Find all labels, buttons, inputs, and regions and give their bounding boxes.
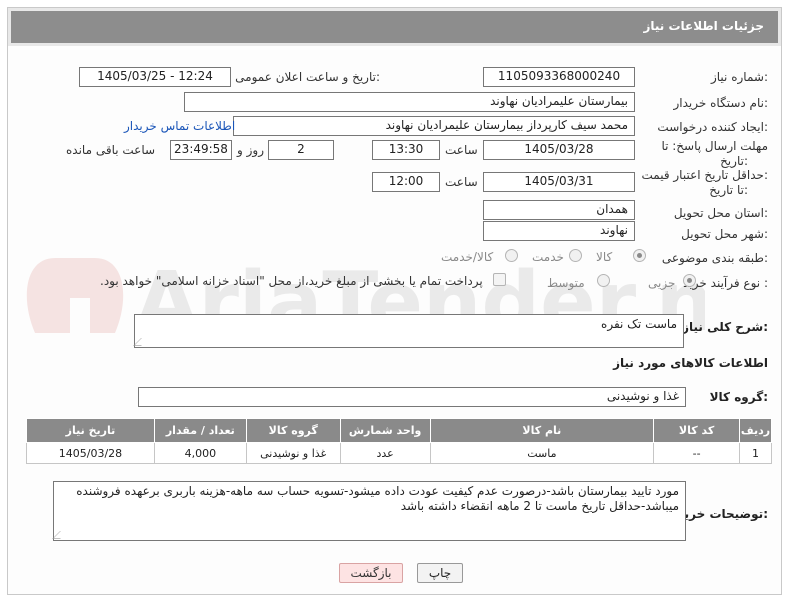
- cell-group: غذا و نوشیدنی: [245, 442, 341, 464]
- description-text: ماست تک نفره: [601, 317, 677, 331]
- process-option-medium: متوسط: [547, 276, 585, 290]
- table-row: 1 -- ماست عدد غذا و نوشیدنی 4,000 1405/0…: [26, 442, 772, 464]
- remaining-time-label: ساعت باقی مانده: [66, 143, 156, 157]
- price-validity-label-1: حداقل تاریخ اعتبار قیمت:: [641, 168, 768, 182]
- need-number-label: شماره نیاز:: [710, 70, 768, 84]
- title-bar: جزئیات اطلاعات نیاز: [8, 8, 781, 46]
- deadline-time-field: 13:30: [372, 140, 440, 160]
- category-option-goods-service: کالا/خدمت: [441, 250, 494, 264]
- treasury-payment-note: پرداخت تمام یا بخشی از مبلغ خرید،از محل …: [100, 274, 483, 288]
- resize-grip-icon[interactable]: [52, 531, 68, 539]
- category-option-service: خدمت: [532, 250, 564, 264]
- process-option-minor: جزیی: [648, 276, 676, 290]
- cell-need-date: 1405/03/28: [26, 442, 155, 464]
- buyer-notes-text: مورد تایید بیمارستان باشد-درصورت عدم کیف…: [76, 484, 679, 513]
- category-label: طبقه بندی موضوعی:: [661, 251, 768, 265]
- days-field: 2: [268, 140, 334, 160]
- deadline-date-field: 1405/03/28: [483, 140, 635, 160]
- buyer-org-field: بیمارستان علیمرادیان نهاوند: [184, 92, 635, 112]
- goods-table: ردیف کد کالا نام کالا واحد شمارش گروه کا…: [26, 418, 772, 464]
- deadline-label-1: مهلت ارسال پاسخ: تا: [661, 139, 768, 153]
- print-button[interactable]: چاپ: [417, 563, 463, 583]
- cell-quantity: 4,000: [153, 442, 247, 464]
- process-radio-minor[interactable]: [683, 274, 696, 287]
- deadline-time-label: ساعت: [445, 143, 478, 157]
- price-validity-label-2: تا تاریخ:: [709, 183, 748, 197]
- days-label: روز و: [237, 143, 264, 157]
- col-header-group: گروه کالا: [245, 418, 341, 443]
- page-title: جزئیات اطلاعات نیاز: [643, 19, 764, 33]
- category-radio-service[interactable]: [569, 249, 582, 262]
- description-field[interactable]: ماست تک نفره: [133, 314, 684, 348]
- province-label: استان محل تحویل:: [673, 206, 768, 220]
- treasury-payment-checkbox[interactable]: [493, 273, 506, 286]
- cell-name: ماست: [429, 442, 655, 464]
- goods-section-title: اطلاعات کالاهای مورد نیاز: [613, 356, 768, 370]
- creator-label: ایجاد کننده درخواست:: [657, 120, 768, 134]
- col-header-name: نام کالا: [429, 418, 655, 443]
- process-radio-medium[interactable]: [597, 274, 610, 287]
- goods-group-field: غذا و نوشیدنی: [138, 387, 686, 407]
- price-validity-date-field: 1405/03/31: [483, 172, 635, 192]
- category-option-goods: کالا: [596, 250, 613, 264]
- buyer-notes-field[interactable]: مورد تایید بیمارستان باشد-درصورت عدم کیف…: [52, 481, 686, 541]
- buyer-org-label: نام دستگاه خریدار:: [673, 96, 769, 110]
- process-label: نوع فرآیند خرید :: [683, 276, 768, 290]
- buyer-contact-link[interactable]: اطلاعات تماس خریدار: [124, 119, 235, 133]
- col-header-code: کد کالا: [653, 418, 741, 443]
- goods-group-label: گروه کالا:: [709, 390, 768, 404]
- category-radio-goods-service[interactable]: [505, 249, 518, 262]
- col-header-need-date: تاریخ نیاز: [26, 418, 155, 443]
- city-field: نهاوند: [483, 221, 635, 241]
- category-radio-goods[interactable]: [633, 249, 646, 262]
- need-number-field: 1105093368000240: [483, 67, 635, 87]
- cell-row: 1: [739, 442, 772, 464]
- province-field: همدان: [483, 200, 635, 220]
- col-header-quantity: تعداد / مقدار: [153, 418, 247, 443]
- announce-field: 1405/03/25 - 12:24: [79, 67, 231, 87]
- announce-label: تاریخ و ساعت اعلان عمومی:: [235, 70, 380, 84]
- col-header-unit: واحد شمارش: [339, 418, 431, 443]
- remaining-time-field: 23:49:58: [170, 140, 232, 160]
- cell-code: --: [653, 442, 741, 464]
- city-label: شهر محل تحویل:: [681, 227, 768, 241]
- back-button[interactable]: بازگشت: [339, 563, 403, 583]
- cell-unit: عدد: [339, 442, 431, 464]
- goods-table-header: ردیف کد کالا نام کالا واحد شمارش گروه کا…: [26, 418, 772, 443]
- description-label: شرح کلی نیاز:: [682, 320, 768, 334]
- deadline-label-2: تاریخ:: [720, 154, 748, 168]
- resize-grip-icon[interactable]: [133, 338, 149, 346]
- price-validity-time-label: ساعت: [445, 175, 478, 189]
- price-validity-time-field: 12:00: [372, 172, 440, 192]
- col-header-row: ردیف: [739, 418, 772, 443]
- creator-field: محمد سیف کارپرداز بیمارستان علیمرادیان ن…: [233, 116, 635, 136]
